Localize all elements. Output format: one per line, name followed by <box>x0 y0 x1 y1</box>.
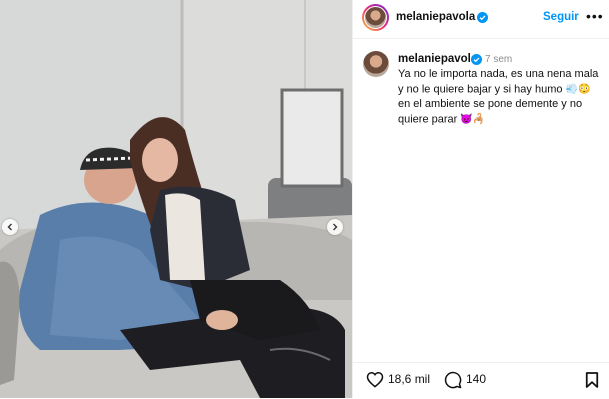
comment-icon[interactable] <box>444 371 462 389</box>
post-actions: 18,6 mil 140 <box>353 362 609 399</box>
verified-icon <box>477 12 488 23</box>
more-options-button[interactable]: ••• <box>586 8 604 24</box>
instagram-post: melaniepavola Seguir ••• melaniepavola 7… <box>0 0 609 398</box>
photo-illustration <box>0 0 352 398</box>
chevron-right-icon <box>333 223 338 231</box>
caption-emoji-1: 💨😳 <box>565 84 591 95</box>
caption-emoji-2: 😈🦂 <box>460 114 486 126</box>
comments-count[interactable]: 140 <box>466 372 486 386</box>
caption-avatar[interactable] <box>363 51 389 77</box>
post-header: melaniepavola Seguir ••• <box>353 0 609 39</box>
likes-count[interactable]: 18,6 mil <box>388 372 430 386</box>
author-username[interactable]: melaniepavola <box>396 11 475 23</box>
previous-photo-button[interactable] <box>2 219 18 235</box>
caption-part-2: en el ambiente se pone demente y no quie… <box>398 98 583 126</box>
post-photo[interactable] <box>0 0 352 398</box>
heart-icon[interactable] <box>366 371 384 388</box>
verified-icon <box>471 54 482 65</box>
chevron-left-icon <box>7 223 12 231</box>
author-avatar[interactable] <box>362 4 389 31</box>
next-photo-button[interactable] <box>327 219 343 235</box>
caption-username[interactable]: melaniepavola <box>398 53 477 65</box>
caption-text: Ya no le importa nada, es una nena mala … <box>398 67 603 128</box>
bookmark-icon[interactable] <box>585 371 599 389</box>
post-time[interactable]: 7 sem <box>485 54 512 65</box>
post-side-panel: melaniepavola Seguir ••• melaniepavola 7… <box>352 0 609 398</box>
follow-button[interactable]: Seguir <box>543 11 579 23</box>
